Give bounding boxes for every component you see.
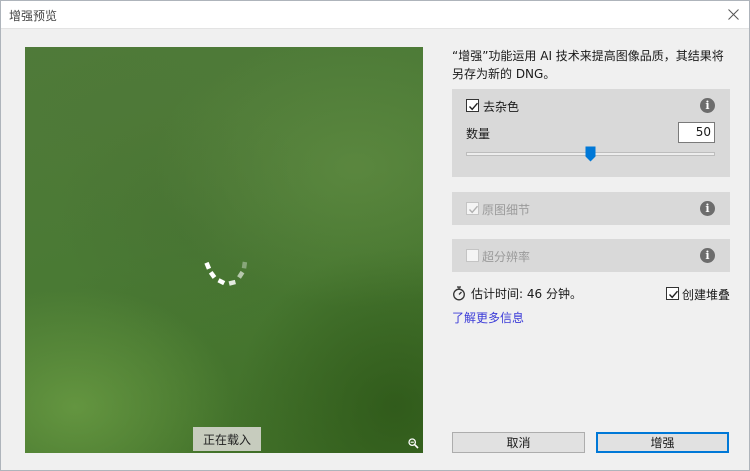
raw-details-label: 原图细节 xyxy=(482,203,531,217)
info-icon[interactable]: i xyxy=(700,201,715,216)
stopwatch-icon xyxy=(453,285,465,300)
raw-details-section: 原图细节 i xyxy=(452,192,730,225)
checkmark-icon xyxy=(468,102,479,111)
denoise-label: 去杂色 xyxy=(483,100,520,114)
checkmark-icon xyxy=(468,205,479,214)
title-bar: 增强预览 xyxy=(1,1,749,29)
window-title: 增强预览 xyxy=(9,9,58,23)
info-icon[interactable]: i xyxy=(700,98,715,113)
time-estimate-text: 估计时间: 46 分钟。 xyxy=(471,286,582,301)
amount-label: 数量 xyxy=(466,127,491,141)
enhance-preview-dialog: 增强预览 正在载入 “增强”功能运用 AI 技术来提高图像品质，其结果将另存为新… xyxy=(0,0,750,471)
denoise-section: 去杂色 i 数量 50 xyxy=(452,89,730,177)
checkmark-icon xyxy=(668,290,679,299)
denoise-checkbox[interactable] xyxy=(466,99,479,112)
raw-details-checkbox[interactable] xyxy=(466,202,479,215)
slider-thumb-icon[interactable] xyxy=(585,146,596,162)
loading-label: 正在载入 xyxy=(193,427,261,451)
close-button[interactable] xyxy=(719,1,749,29)
amount-input[interactable]: 50 xyxy=(678,122,715,143)
cancel-button[interactable]: 取消 xyxy=(452,432,585,453)
time-estimate: 估计时间: 46 分钟。 xyxy=(452,285,582,301)
create-stack-label: 创建堆叠 xyxy=(682,288,731,302)
super-resolution-section: 超分辨率 i xyxy=(452,239,730,272)
image-preview[interactable]: 正在载入 xyxy=(25,47,423,453)
spinner-icon xyxy=(204,261,248,286)
info-icon[interactable]: i xyxy=(700,248,715,263)
super-resolution-checkbox[interactable] xyxy=(466,249,479,262)
create-stack-checkbox[interactable] xyxy=(666,287,679,300)
enhance-button[interactable]: 增强 xyxy=(596,432,729,453)
close-icon xyxy=(728,9,739,20)
enhance-description: “增强”功能运用 AI 技术来提高图像品质，其结果将另存为新的 DNG。 xyxy=(452,49,724,81)
learn-more-link[interactable]: 了解更多信息 xyxy=(452,309,524,326)
zoom-out-icon[interactable] xyxy=(408,438,419,449)
super-resolution-label: 超分辨率 xyxy=(482,250,531,264)
